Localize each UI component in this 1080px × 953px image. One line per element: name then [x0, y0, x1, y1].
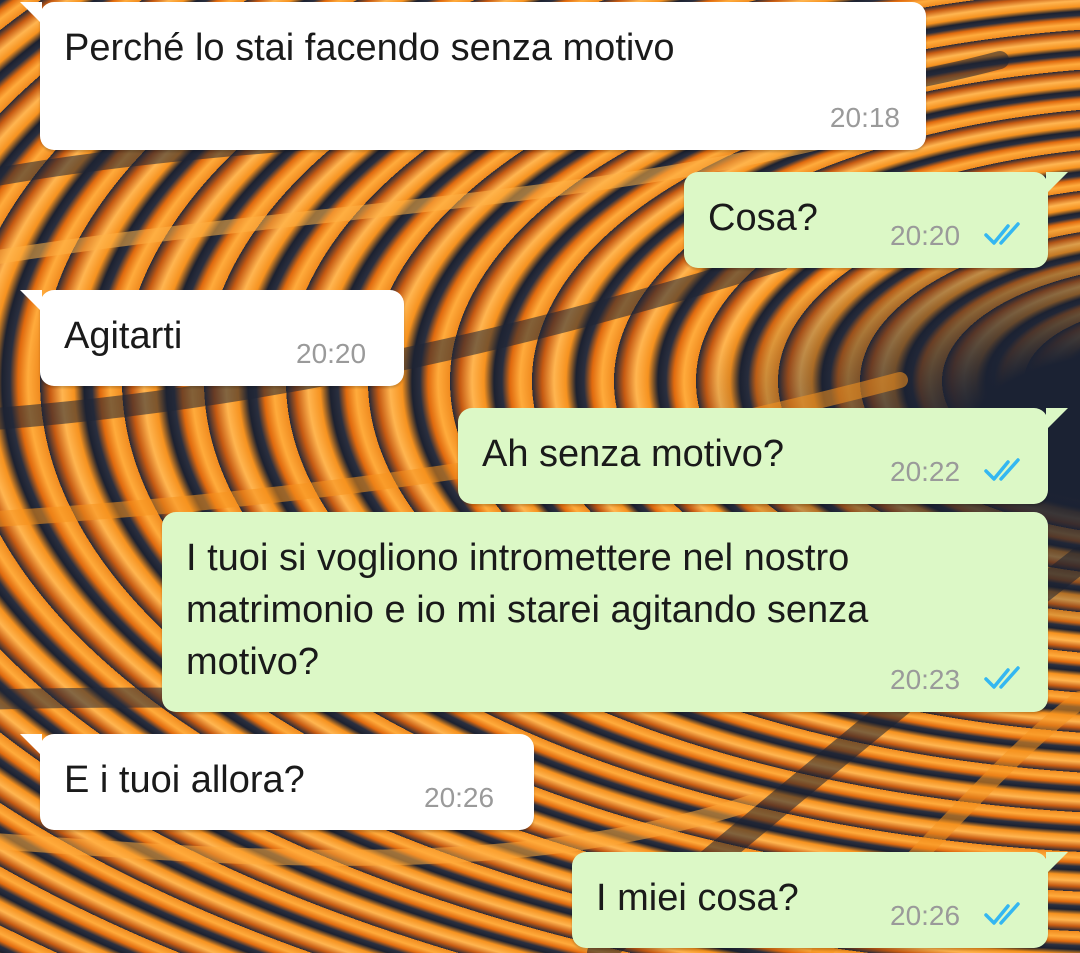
bubble-tail — [20, 2, 42, 24]
message-text: I miei cosa? — [596, 877, 799, 919]
message-timestamp: 20:18 — [829, 102, 900, 133]
bubble-tail — [1046, 852, 1068, 874]
message-text: I tuoi si vogliono intromettere nel nost… — [186, 537, 879, 683]
message-timestamp: 20:20 — [296, 338, 367, 369]
bubble-tail — [1046, 408, 1068, 430]
message-timestamp: 20:20 — [890, 220, 961, 251]
message-bubble-outgoing[interactable]: Ah senza motivo? 20:22 — [458, 408, 1068, 504]
message-timestamp: 20:22 — [890, 456, 961, 487]
message-text: Ah senza motivo? — [482, 433, 785, 475]
message-text: Cosa? — [708, 197, 818, 239]
message-text: Agitarti — [64, 315, 183, 357]
message-bubble-outgoing[interactable]: I tuoi si vogliono intromettere nel nost… — [162, 512, 1048, 712]
double-check-icon — [984, 902, 1020, 925]
message-bubble-incoming[interactable]: Perché lo stai facendo senza motivo 20:1… — [20, 2, 926, 150]
message-bubble-incoming[interactable]: E i tuoi allora? 20:26 — [20, 734, 534, 830]
double-check-icon — [984, 222, 1020, 245]
double-check-icon — [984, 666, 1020, 689]
message-bubble-outgoing[interactable]: Cosa? 20:20 — [684, 172, 1068, 268]
bubble-tail — [20, 290, 42, 312]
message-text: Perché lo stai facendo senza motivo — [64, 27, 675, 69]
bubble-tail — [1046, 172, 1068, 194]
message-text: E i tuoi allora? — [64, 759, 305, 801]
message-timestamp: 20:26 — [890, 900, 961, 931]
bubble-tail — [20, 734, 42, 756]
message-bubble-incoming[interactable]: Agitarti 20:20 — [20, 290, 404, 386]
message-timestamp: 20:23 — [890, 664, 961, 695]
message-bubble-outgoing[interactable]: I miei cosa? 20:26 — [572, 852, 1068, 948]
message-timestamp: 20:26 — [424, 782, 495, 813]
double-check-icon — [984, 458, 1020, 481]
